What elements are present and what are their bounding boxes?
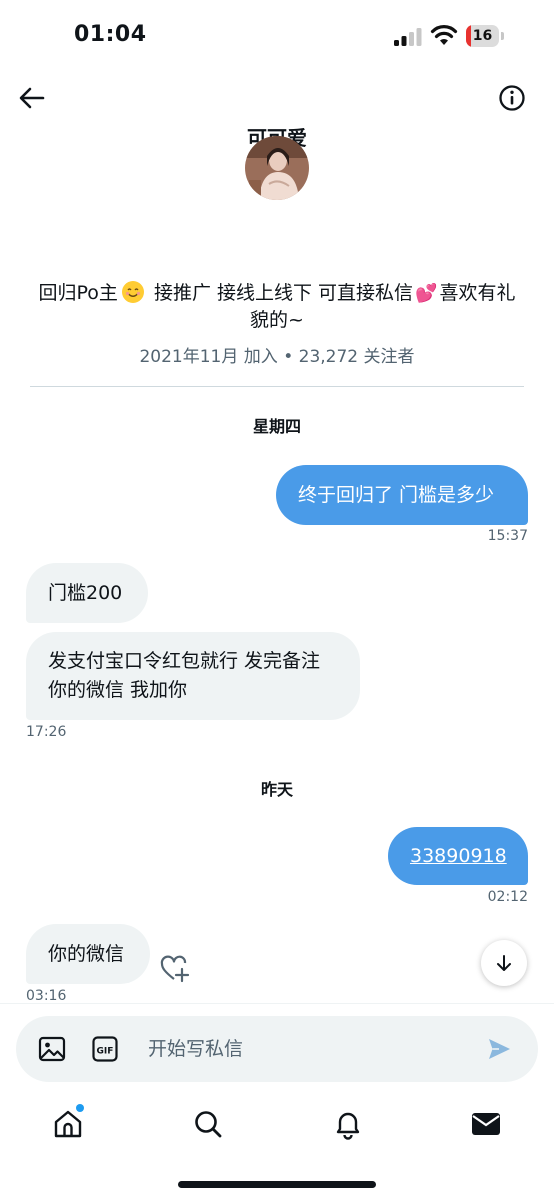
scroll-to-bottom-button[interactable]	[481, 940, 527, 986]
home-indicator	[178, 1181, 376, 1188]
outgoing-message[interactable]: 终于回归了 门槛是多少	[276, 465, 528, 525]
outgoing-message-link[interactable]: 33890918	[388, 827, 528, 885]
heart-plus-icon[interactable]	[160, 954, 190, 984]
message-timestamp: 17:26	[26, 724, 67, 740]
avatar[interactable]	[245, 136, 309, 200]
search-icon[interactable]	[192, 1108, 224, 1140]
send-icon[interactable]	[486, 1036, 512, 1062]
message-timestamp: 02:12	[487, 889, 528, 905]
divider	[30, 386, 524, 387]
message-timestamp: 15:37	[487, 528, 528, 544]
day-separator: 昨天	[260, 780, 293, 799]
bell-icon[interactable]	[332, 1108, 364, 1140]
two-hearts-icon: 💕	[415, 283, 438, 304]
svg-text:GIF: GIF	[97, 1047, 114, 1057]
message-line: 发支付宝口令红包就行 发完备注	[48, 650, 321, 672]
profile-meta: 2021年11月 加入 • 23,272 关注者	[0, 342, 554, 367]
gif-icon[interactable]: GIF	[92, 1036, 118, 1062]
arrow-down-icon	[497, 955, 511, 971]
bio-text: 回归Po主	[38, 282, 118, 304]
followers-count[interactable]: 23,272 关注者	[299, 347, 415, 367]
composer-divider	[0, 1003, 554, 1004]
incoming-message[interactable]: 门槛200	[26, 563, 148, 623]
smiling-face-icon	[121, 281, 144, 303]
envelope-icon[interactable]	[470, 1108, 502, 1140]
cellular-signal-icon	[394, 28, 422, 46]
joined-date: 2021年11月 加入	[139, 347, 278, 367]
image-icon[interactable]	[38, 1035, 66, 1063]
incoming-message[interactable]: 你的微信	[26, 924, 150, 984]
bio-text: 接推广 接线上线下 可直接私信	[153, 282, 414, 304]
battery-icon: 16	[466, 25, 504, 47]
notification-dot	[76, 1104, 84, 1112]
home-icon[interactable]	[52, 1108, 84, 1140]
info-icon[interactable]	[498, 84, 526, 112]
battery-level: 16	[472, 28, 493, 44]
message-line: 你的微信 我加你	[48, 679, 188, 701]
status-time: 01:04	[74, 22, 147, 47]
wifi-icon	[430, 25, 458, 45]
message-timestamp: 03:16	[26, 988, 67, 1004]
day-separator: 星期四	[252, 417, 301, 436]
back-arrow-icon[interactable]	[18, 84, 46, 112]
message-input[interactable]	[148, 1030, 468, 1068]
meta-separator: •	[283, 347, 294, 367]
incoming-message[interactable]: 发支付宝口令红包就行 发完备注 你的微信 我加你	[26, 632, 360, 720]
profile-bio: 回归Po主 接推广 接线上线下 可直接私信 💕 喜欢有礼貌的~	[30, 280, 524, 334]
